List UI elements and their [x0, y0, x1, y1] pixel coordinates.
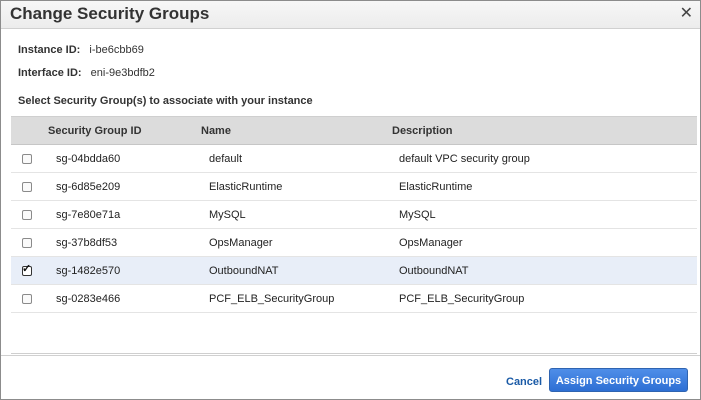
row-checkbox[interactable] — [22, 294, 32, 304]
cell-name: OpsManager — [209, 237, 273, 249]
cell-security-group-id: sg-1482e570 — [56, 265, 121, 277]
cell-description: MySQL — [399, 209, 436, 221]
row-checkbox[interactable] — [22, 210, 32, 220]
footer-divider — [1, 355, 700, 356]
cell-name: PCF_ELB_SecurityGroup — [209, 293, 335, 305]
cancel-button[interactable]: Cancel — [506, 376, 542, 388]
cell-name: OutboundNAT — [209, 265, 279, 277]
cell-security-group-id: sg-0283e466 — [56, 293, 121, 305]
cell-security-group-id: sg-37b8df53 — [56, 237, 118, 249]
cell-name: default — [209, 153, 243, 165]
close-icon[interactable]: ✕ — [680, 4, 693, 24]
cell-security-group-id: sg-04bdda60 — [56, 153, 121, 165]
table-row[interactable]: sg-04bdda60 default default VPC security g… — [11, 145, 697, 173]
interface-id-row: Interface ID: eni-9e3bdfb2 — [18, 67, 155, 79]
cell-name: ElasticRuntime — [209, 181, 283, 193]
interface-id-label: Interface ID: — [18, 67, 82, 79]
row-checkbox[interactable] — [22, 182, 32, 192]
interface-id-value: eni-9e3bdfb2 — [90, 67, 155, 79]
row-checkbox[interactable] — [22, 154, 32, 164]
cell-description: PCF_ELB_SecurityGroup — [399, 293, 525, 305]
header-name[interactable]: Name — [201, 125, 231, 137]
table-row[interactable]: sg-6d85e209 ElasticRuntime ElasticRuntime — [11, 173, 697, 201]
row-checkbox[interactable]: ✓ — [22, 263, 32, 276]
table-row[interactable]: sg-0283e466 PCF_ELB_SecurityGroup PCF_ELB_… — [11, 285, 697, 313]
cell-name: MySQL — [209, 209, 246, 221]
security-groups-table: Security Group ID Name Description sg-04… — [11, 116, 697, 354]
cell-description: ElasticRuntime — [399, 181, 473, 193]
cell-description: OutboundNAT — [399, 265, 469, 277]
instance-id-value: i-be6cbb69 — [89, 44, 144, 56]
table-row[interactable]: ✓ sg-1482e570 OutboundNAT OutboundNAT — [11, 257, 697, 285]
header-security-group-id[interactable]: Security Group ID — [48, 125, 142, 137]
change-security-groups-dialog: Change Security Groups ✕ Instance ID: i-… — [0, 0, 701, 400]
row-checkbox[interactable] — [22, 238, 32, 248]
header-description[interactable]: Description — [392, 125, 453, 137]
instance-id-row: Instance ID: i-be6cbb69 — [18, 44, 144, 56]
dialog-title: Change Security Groups — [10, 4, 210, 23]
table-header: Security Group ID Name Description — [11, 117, 697, 145]
dialog-titlebar: Change Security Groups ✕ — [1, 1, 700, 29]
table-body: sg-04bdda60 default default VPC security g… — [11, 145, 697, 313]
assign-security-groups-button[interactable]: Assign Security Groups — [549, 368, 688, 392]
select-prompt: Select Security Group(s) to associate wi… — [18, 95, 313, 107]
cell-security-group-id: sg-7e80e71a — [56, 209, 121, 221]
instance-id-label: Instance ID: — [18, 44, 81, 56]
cell-security-group-id: sg-6d85e209 — [56, 181, 121, 193]
cell-description: default VPC security group — [399, 153, 530, 165]
cell-description: OpsManager — [399, 237, 463, 249]
checkmark-icon: ✓ — [22, 263, 32, 275]
table-row[interactable]: sg-37b8df53 OpsManager OpsManager — [11, 229, 697, 257]
table-row[interactable]: sg-7e80e71a MySQL MySQL — [11, 201, 697, 229]
